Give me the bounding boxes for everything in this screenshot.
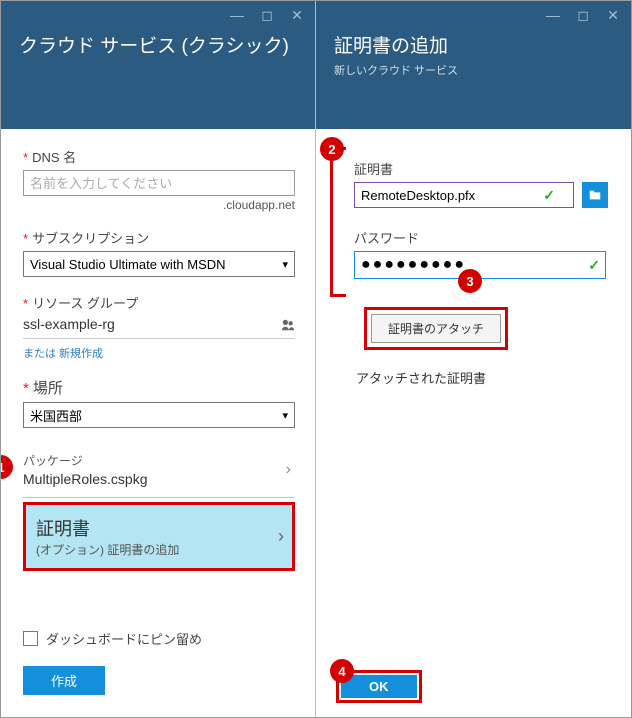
left-footer: ダッシュボードにピン留め 作成 — [1, 615, 315, 717]
checkbox-box-icon — [23, 631, 38, 646]
chevron-down-icon: ▾ — [282, 409, 288, 422]
folder-icon — [588, 188, 602, 202]
right-footer: 4 OK — [316, 656, 631, 717]
blade-header-left: — ◻ ✕ クラウド サービス (クラシック) — [1, 1, 315, 129]
package-row[interactable]: パッケージ MultipleRoles.cspkg › — [23, 444, 295, 498]
resource-group-value: ssl-example-rg — [23, 316, 115, 332]
check-icon: ✓ — [543, 187, 555, 204]
blade-header-right: — ◻ ✕ 証明書の追加 新しいクラウド サービス — [316, 1, 631, 129]
create-button[interactable]: 作成 — [23, 666, 105, 695]
window-controls-left: — ◻ ✕ — [227, 5, 307, 25]
left-content: 1 *DNS 名 .cloudapp.net *サブスクリプション Visual… — [1, 129, 315, 615]
location-field: *場所 米国西部 ▾ — [23, 377, 295, 428]
group-icon — [281, 318, 295, 332]
chevron-down-icon: ▾ — [282, 258, 288, 271]
password-label: パスワード — [354, 228, 611, 247]
ok-button[interactable]: OK — [341, 675, 417, 698]
subscription-label: *サブスクリプション — [23, 228, 295, 247]
cert-file-field: 証明書 ✓ — [354, 159, 611, 208]
dns-input[interactable] — [23, 170, 295, 196]
certificate-subtitle: (オプション) 証明書の追加 — [36, 541, 179, 558]
chevron-right-icon: › — [286, 461, 291, 479]
create-new-rg-link[interactable]: または 新規作成 — [23, 345, 295, 361]
cloud-service-blade: — ◻ ✕ クラウド サービス (クラシック) 1 *DNS 名 .clouda… — [1, 1, 316, 717]
certificate-title: 証明書 — [36, 515, 179, 541]
package-label: パッケージ — [23, 452, 148, 469]
callout-2-bracket — [330, 147, 346, 297]
dns-field: *DNS 名 .cloudapp.net — [23, 147, 295, 212]
right-content: 2 3 証明書 ✓ パスワード ✓ 証明書のアタッチ アタ — [316, 129, 631, 656]
callout-3: 3 — [458, 269, 482, 293]
dns-suffix: .cloudapp.net — [23, 198, 295, 212]
add-certificate-blade: — ◻ ✕ 証明書の追加 新しいクラウド サービス 2 3 証明書 ✓ パスワー… — [316, 1, 631, 717]
attached-certs-label: アタッチされた証明書 — [356, 368, 611, 387]
dns-label: *DNS 名 — [23, 147, 295, 166]
pin-checkbox[interactable]: ダッシュボードにピン留め — [23, 629, 295, 648]
blade-title-right: 証明書の追加 — [334, 31, 613, 58]
blade-title-left: クラウド サービス (クラシック) — [19, 31, 297, 58]
certificate-row[interactable]: 証明書 (オプション) 証明書の追加 › — [23, 502, 295, 571]
resource-group-label: *リソース グループ — [23, 293, 295, 312]
close-icon[interactable]: ✕ — [603, 5, 623, 25]
callout-4: 4 — [330, 659, 354, 683]
subscription-field: *サブスクリプション Visual Studio Ultimate with M… — [23, 228, 295, 277]
close-icon[interactable]: ✕ — [287, 5, 307, 25]
restore-icon[interactable]: ◻ — [573, 5, 593, 25]
check-icon: ✓ — [588, 257, 600, 274]
cert-file-label: 証明書 — [354, 159, 611, 178]
callout-2: 2 — [320, 137, 344, 161]
window-controls-right: — ◻ ✕ — [543, 5, 623, 25]
cert-file-input[interactable] — [354, 182, 574, 208]
password-field: パスワード ✓ — [354, 228, 611, 279]
attach-certificate-button[interactable]: 証明書のアタッチ — [371, 314, 501, 343]
location-label: *場所 — [23, 377, 295, 398]
location-select[interactable]: 米国西部 ▾ — [23, 402, 295, 428]
subscription-select[interactable]: Visual Studio Ultimate with MSDN ▾ — [23, 251, 295, 277]
package-value: MultipleRoles.cspkg — [23, 471, 148, 487]
minimize-icon[interactable]: — — [227, 5, 247, 25]
minimize-icon[interactable]: — — [543, 5, 563, 25]
callout-1: 1 — [1, 455, 13, 479]
blade-subtitle-right: 新しいクラウド サービス — [334, 62, 613, 78]
browse-file-button[interactable] — [582, 182, 608, 208]
resource-group-field: *リソース グループ ssl-example-rg または 新規作成 — [23, 293, 295, 361]
chevron-right-icon: › — [278, 526, 284, 547]
restore-icon[interactable]: ◻ — [257, 5, 277, 25]
